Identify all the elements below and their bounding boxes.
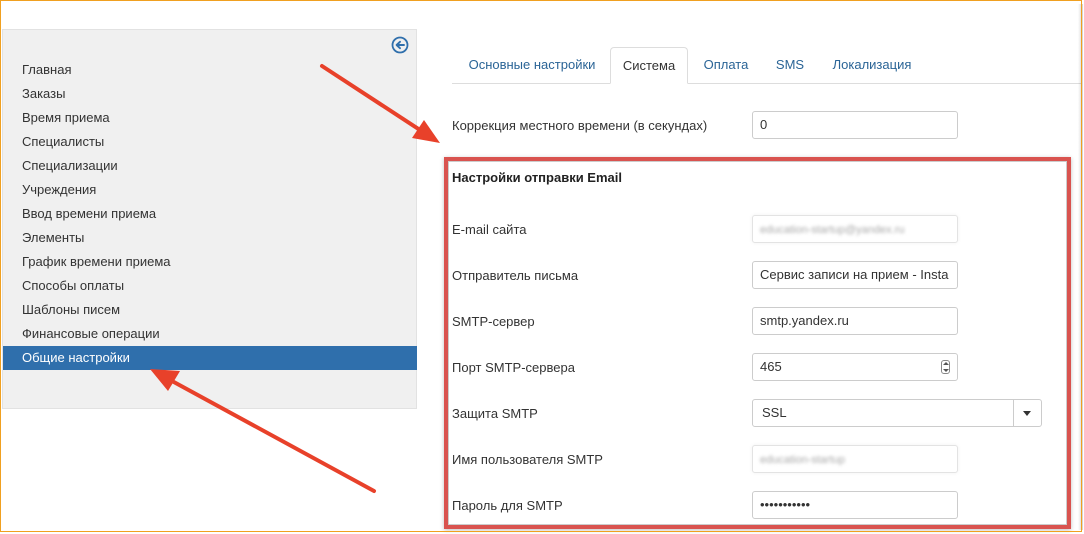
smtp-user-input[interactable]: education-startup [752,445,958,473]
sidebar: Главная Заказы Время приема Специалисты … [2,29,417,409]
smtp-port-label: Порт SMTP-сервера [452,360,575,375]
smtp-password-input[interactable]: ••••••••••• [752,491,958,519]
smtp-password-label: Пароль для SMTP [452,498,563,513]
smtp-server-label: SMTP-сервер [452,314,535,329]
sidebar-item-institutions[interactable]: Учреждения [3,178,417,202]
sidebar-nav: Главная Заказы Время приема Специалисты … [3,58,417,370]
smtp-security-select[interactable]: SSL [752,399,1042,427]
sidebar-item-finance[interactable]: Финансовые операции [3,322,417,346]
smtp-port-input[interactable]: 465 [752,353,958,381]
smtp-user-label: Имя пользователя SMTP [452,452,603,467]
smtp-server-input[interactable]: smtp.yandex.ru [752,307,958,335]
site-email-input[interactable]: education-startup@yandex.ru [752,215,958,243]
sidebar-item-orders[interactable]: Заказы [3,82,417,106]
sidebar-item-schedule[interactable]: График времени приема [3,250,417,274]
number-spinner-icon[interactable] [941,360,950,374]
tab-payment[interactable]: Оплата [695,47,757,83]
circle-arrow-left-icon[interactable] [391,36,409,54]
sidebar-item-payment-methods[interactable]: Способы оплаты [3,274,417,298]
email-settings-highlight [444,157,1071,529]
sidebar-item-email-templates[interactable]: Шаблоны писем [3,298,417,322]
caret-down-icon [1023,411,1031,416]
tab-sms[interactable]: SMS [768,47,812,83]
sidebar-item-specializations[interactable]: Специализации [3,154,417,178]
time-correction-input[interactable]: 0 [752,111,958,139]
time-correction-label: Коррекция местного времени (в секундах) [452,118,708,133]
smtp-security-label: Защита SMTP [452,406,538,421]
sidebar-item-time-input[interactable]: Ввод времени приема [3,202,417,226]
sender-label: Отправитель письма [452,268,579,283]
sidebar-item-home[interactable]: Главная [3,58,417,82]
sender-input[interactable]: Сервис записи на прием - Insta [752,261,958,289]
tab-system[interactable]: Система [610,47,688,84]
tab-main-settings[interactable]: Основные настройки [452,47,612,83]
sidebar-item-elements[interactable]: Элементы [3,226,417,250]
tab-localization[interactable]: Локализация [825,47,919,83]
email-settings-title: Настройки отправки Email [452,170,622,185]
sidebar-item-appointment-time[interactable]: Время приема [3,106,417,130]
sidebar-item-general-settings[interactable]: Общие настройки [3,346,417,370]
sidebar-item-specialists[interactable]: Специалисты [3,130,417,154]
settings-tabs: Основные настройки Система Оплата SMS Ло… [452,47,1082,84]
site-email-label: E-mail сайта [452,222,527,237]
frame-shadow [1078,4,1083,530]
